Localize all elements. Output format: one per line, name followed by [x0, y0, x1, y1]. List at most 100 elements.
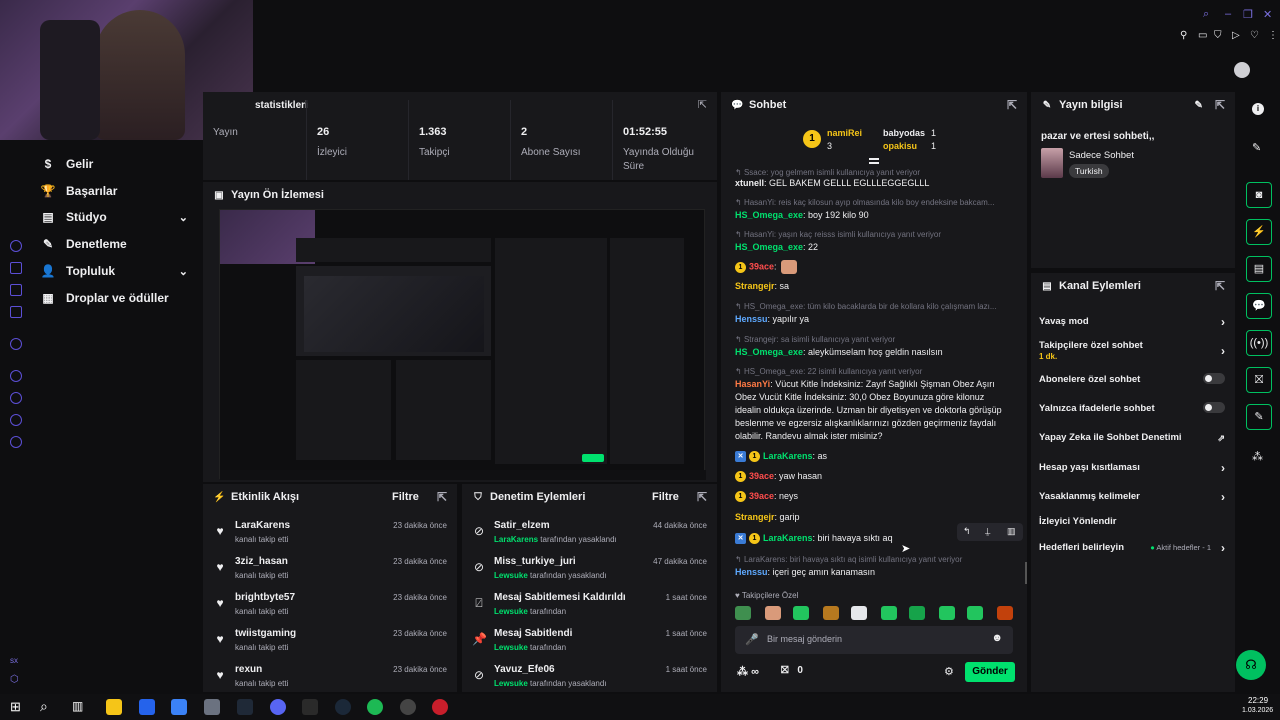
sidebar-item-gelir[interactable]: $ Gelir	[40, 157, 94, 171]
rail-icon-6[interactable]	[10, 370, 22, 382]
sidebar-item-topluluk[interactable]: 👤 Topluluk ⌄	[40, 264, 188, 278]
subs-only-toggle[interactable]	[1203, 373, 1225, 384]
chat-username[interactable]: Strangejr	[735, 512, 775, 522]
preview-video[interactable]	[219, 209, 706, 480]
chat-username[interactable]: 39ace	[749, 491, 774, 501]
rail-icon-7[interactable]	[10, 392, 22, 404]
points-display[interactable]: ⁂ ∞	[737, 665, 759, 678]
app-icon-5[interactable]	[237, 699, 253, 715]
chat-username[interactable]: 39ace	[749, 471, 774, 481]
emote-1[interactable]	[735, 606, 751, 620]
emote-only-toggle[interactable]	[1203, 402, 1225, 413]
action-emote-only[interactable]: Yalnızca ifadelerle sohbet	[1039, 402, 1225, 414]
gift-display[interactable]: ⛝ 0	[781, 665, 803, 676]
discord-icon[interactable]	[270, 699, 286, 715]
category-name[interactable]: Sadece Sohbet	[1069, 150, 1134, 161]
rail-bottom-icon[interactable]: ⬡	[10, 674, 19, 685]
restore-icon[interactable]: ❐	[1243, 8, 1253, 21]
epic-icon[interactable]	[302, 699, 318, 715]
rail-broadcast-icon[interactable]: ((•))	[1246, 330, 1272, 356]
app-icon-3[interactable]	[171, 699, 187, 715]
popout-icon[interactable]: ⇱	[1215, 98, 1225, 112]
emote-3[interactable]	[793, 606, 809, 620]
mic-icon[interactable]: 🎤	[745, 633, 759, 646]
drag-handle-icon[interactable]	[869, 158, 879, 164]
info-icon[interactable]: i	[1252, 103, 1264, 115]
support-icon[interactable]: ☊	[1236, 650, 1266, 680]
sidebar-item-basarilar[interactable]: 🏆 Başarılar	[40, 184, 118, 198]
action-subs-only[interactable]: Abonelere özel sohbet	[1039, 373, 1225, 385]
moderation-name[interactable]: Yavuz_Efe06	[494, 664, 555, 675]
chat-username[interactable]: LaraKarens	[763, 451, 813, 461]
action-slow-mode[interactable]: Yavaş mod ›	[1039, 315, 1225, 329]
chat-reply-context[interactable]: ↰ HasanYi: reis kaç kilosun ayıp olmasın…	[735, 196, 1013, 209]
sidebar-item-studyo[interactable]: ▤ Stüdyo ⌄	[40, 210, 188, 224]
rail-doc-icon[interactable]: ▤	[1246, 256, 1272, 282]
sidebar-item-droplar[interactable]: ▦ Droplar ve ödüller	[40, 291, 168, 305]
chat-reply-context[interactable]: ↰ HS_Omega_exe: tüm kilo bacaklarda bir …	[735, 300, 1013, 313]
pin-icon[interactable]: ⚲	[1180, 30, 1187, 41]
popout-icon[interactable]: ⇱	[697, 490, 707, 504]
spotify-icon[interactable]	[367, 699, 383, 715]
chat-username[interactable]: LaraKarens	[763, 533, 813, 543]
popout-icon[interactable]: ⇱	[1215, 279, 1225, 293]
opera-icon[interactable]	[432, 699, 448, 715]
action-banned-words[interactable]: Yasaklanmış kelimeler ›	[1039, 490, 1225, 504]
menu-icon[interactable]: ⋮	[1268, 30, 1278, 41]
action-followers-only[interactable]: Takipçilere özel sohbet 1 dk. ›	[1039, 340, 1225, 362]
chat-scrollbar[interactable]	[1025, 562, 1027, 584]
activity-name[interactable]: twiistgaming	[235, 628, 296, 639]
activity-name[interactable]: rexun	[235, 664, 262, 675]
moderation-name[interactable]: Mesaj Sabitlendi	[494, 628, 572, 639]
moderation-name[interactable]: Miss_turkiye_juri	[494, 556, 576, 567]
emote-8[interactable]	[939, 606, 955, 620]
emote-7[interactable]	[909, 606, 925, 620]
moderation-actor[interactable]: Lewsuke	[494, 679, 528, 688]
activity-name[interactable]: brightbyte57	[235, 592, 295, 603]
emote-5[interactable]	[851, 606, 867, 620]
moderation-actor[interactable]: Lewsuke	[494, 607, 528, 616]
rail-more-icon[interactable]: ⁂	[1252, 450, 1263, 463]
search-icon[interactable]: ⌕	[1203, 8, 1209, 21]
leader-name[interactable]: babyodas	[883, 128, 925, 138]
chat-username[interactable]: HS_Omega_exe	[735, 347, 803, 357]
popout-icon[interactable]: ⇱	[437, 490, 447, 504]
activity-name[interactable]: LaraKarens	[235, 520, 290, 531]
rail-icon-9[interactable]	[10, 436, 22, 448]
popout-icon[interactable]: ⇱	[1007, 98, 1017, 112]
action-ai-moderation[interactable]: Yapay Zeka ile Sohbet Denetimi ⇗	[1039, 432, 1225, 443]
play-icon[interactable]: ▷	[1232, 30, 1240, 41]
moderation-name[interactable]: Satir_elzem	[494, 520, 550, 531]
delete-icon[interactable]: ▥	[1007, 526, 1016, 537]
emote-6[interactable]	[881, 606, 897, 620]
moderation-actor[interactable]: LaraKarens	[494, 535, 538, 544]
chat-username[interactable]: Henssu	[735, 314, 768, 324]
chat-username[interactable]: HS_Omega_exe	[735, 210, 803, 220]
chat-username[interactable]: HS_Omega_exe	[735, 242, 803, 252]
heart-icon[interactable]: ♡	[1250, 30, 1259, 41]
chat-username[interactable]: Henssu	[735, 567, 768, 577]
chat-reply-context[interactable]: ↰ Strangejr: sa isimli kullanıcıya yanıt…	[735, 333, 1013, 346]
chat-username[interactable]: HasanYi	[735, 379, 770, 389]
search-icon[interactable]: ⌕	[40, 698, 48, 715]
tag-badge[interactable]: Turkish	[1069, 164, 1109, 178]
rail-store-icon[interactable]: ⛝	[1246, 367, 1272, 393]
rail-chat-icon[interactable]: 💬	[1246, 293, 1272, 319]
shield-icon[interactable]: ⛉	[1214, 30, 1222, 41]
action-goals[interactable]: Hedefleri belirleyin ● Aktif hedefler - …	[1039, 541, 1225, 555]
rail-icon-2[interactable]	[10, 262, 22, 274]
windows-start-icon[interactable]: ⊞	[10, 699, 21, 715]
rail-icon-8[interactable]	[10, 414, 22, 426]
emote-4[interactable]	[823, 606, 839, 620]
emote-10[interactable]	[997, 606, 1013, 620]
moderation-filter-button[interactable]: Filtre	[652, 491, 679, 503]
rail-icon-1[interactable]	[10, 240, 22, 252]
chat-username[interactable]: Strangejr	[735, 281, 775, 291]
moderation-name[interactable]: Mesaj Sabitlemesi Kaldırıldı	[494, 592, 626, 603]
send-button[interactable]: Gönder	[965, 662, 1015, 682]
moderation-actor[interactable]: Lewsuke	[494, 643, 528, 652]
rail-bolt-icon[interactable]: ⚡	[1246, 219, 1272, 245]
pencil-icon[interactable]: ✎	[1252, 141, 1261, 154]
emote-2[interactable]	[765, 606, 781, 620]
explorer-icon[interactable]	[106, 699, 122, 715]
